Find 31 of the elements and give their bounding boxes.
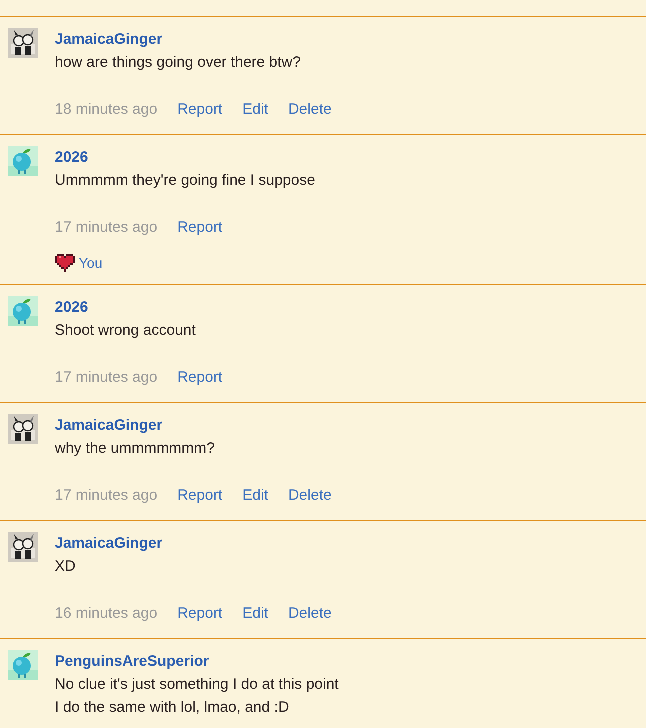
comment-time: 17 minutes ago bbox=[55, 218, 158, 238]
comment-time: 16 minutes ago bbox=[55, 604, 158, 624]
liker-link[interactable]: You bbox=[79, 252, 103, 274]
comment-text: Shoot wrong account bbox=[55, 321, 197, 341]
comment-action-link[interactable]: Edit bbox=[242, 99, 268, 121]
comment-action-link[interactable]: Delete bbox=[288, 485, 332, 507]
comment-time: 18 minutes ago bbox=[55, 100, 158, 120]
comment-text: Ummmmm they're going fine I suppose bbox=[55, 171, 316, 191]
comment-author[interactable]: 2026 bbox=[55, 296, 223, 319]
comment-author[interactable]: JamaicaGinger bbox=[55, 532, 332, 555]
comment-text: why the ummmmmmm? bbox=[55, 439, 216, 459]
comment-text: No clue it's just something I do at this point bbox=[55, 675, 339, 695]
comment-action-link[interactable]: Report bbox=[178, 99, 223, 121]
comment-time: 17 minutes ago bbox=[55, 486, 158, 506]
comment-action-link[interactable]: Delete bbox=[288, 603, 332, 625]
comment-action-link[interactable]: Delete bbox=[288, 99, 332, 121]
comment-action-link[interactable]: Report bbox=[178, 485, 223, 507]
comment-author[interactable]: JamaicaGinger bbox=[55, 28, 332, 51]
comment-author[interactable]: JamaicaGinger bbox=[55, 414, 332, 437]
comment-action-link[interactable]: Report bbox=[178, 217, 223, 239]
comment-author[interactable]: PenguinsAreSuperior bbox=[55, 650, 339, 673]
comment-action-link[interactable]: Edit bbox=[242, 485, 268, 507]
comment-text: I do the same with lol, lmao, and :D bbox=[55, 698, 290, 718]
comment-author[interactable]: 2026 bbox=[55, 146, 316, 169]
comment-action-link[interactable]: Report bbox=[178, 603, 223, 625]
comment-action-link[interactable]: Edit bbox=[242, 603, 268, 625]
comment-time: 17 minutes ago bbox=[55, 368, 158, 388]
heart-icon bbox=[55, 254, 75, 272]
comment-text: XD bbox=[55, 557, 77, 577]
comment-action-link[interactable]: Report bbox=[178, 367, 223, 389]
comment-text: how are things going over there btw? bbox=[55, 53, 302, 73]
